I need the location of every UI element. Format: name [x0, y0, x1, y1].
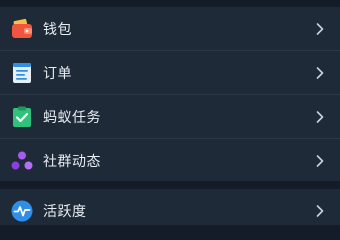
- chevron-right-icon: [316, 204, 324, 217]
- menu-item-label: 钱包: [43, 21, 72, 38]
- task-icon: [13, 106, 31, 127]
- chevron-right-icon: [316, 66, 324, 79]
- menu-item-wallet[interactable]: 钱包: [0, 7, 340, 50]
- menu-item-label: 活跃度: [43, 203, 87, 220]
- menu-group-main: 钱包 订单 蚂蚁任务 社群动态: [0, 7, 340, 181]
- receipt-icon: [13, 62, 31, 83]
- community-icon: [11, 151, 33, 169]
- menu-item-orders[interactable]: 订单: [0, 51, 340, 94]
- menu-item-community[interactable]: 社群动态: [0, 139, 340, 182]
- menu-group-secondary: 活跃度: [0, 189, 340, 225]
- menu-item-ant-tasks[interactable]: 蚂蚁任务: [0, 95, 340, 138]
- menu-item-label: 社群动态: [43, 153, 101, 170]
- menu-item-label: 订单: [43, 65, 72, 82]
- chevron-right-icon: [316, 22, 324, 35]
- chevron-right-icon: [316, 154, 324, 167]
- menu-item-label: 蚂蚁任务: [43, 109, 101, 126]
- activity-icon: [11, 200, 33, 221]
- menu-item-activity[interactable]: 活跃度: [0, 189, 340, 232]
- settings-menu: 钱包 订单 蚂蚁任务 社群动态 活跃度: [0, 0, 340, 225]
- wallet-icon: [12, 18, 32, 38]
- chevron-right-icon: [316, 110, 324, 123]
